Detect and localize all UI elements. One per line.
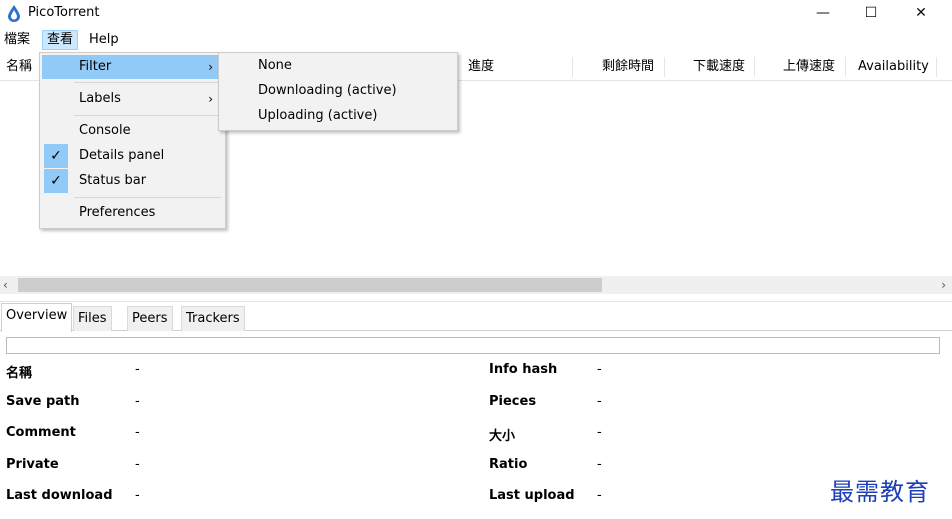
submenu-arrow-icon: › — [208, 92, 213, 106]
menu-item-label: Console — [79, 123, 131, 138]
prop-last-download-label: Last download — [6, 488, 113, 503]
prop-size-label: 大小 — [489, 429, 516, 444]
prop-save-path-label: Save path — [6, 394, 80, 409]
column-upload-speed[interactable]: 上傳速度 — [783, 53, 835, 81]
tab-peers[interactable]: Peers — [127, 306, 173, 331]
panel-splitter[interactable] — [0, 294, 952, 302]
prop-info-hash-label: Info hash — [489, 362, 558, 377]
tab-files[interactable]: Files — [73, 306, 112, 331]
view-menu-dropdown: Filter › Labels › Console ✓ Details pane… — [39, 52, 226, 229]
prop-last-upload-label: Last upload — [489, 488, 575, 503]
maximize-button[interactable]: ☐ — [848, 0, 894, 26]
menu-item-label: Details panel — [79, 148, 165, 163]
menu-item-details-panel[interactable]: ✓ Details panel — [42, 144, 223, 168]
column-divider[interactable] — [754, 57, 755, 77]
tab-trackers[interactable]: Trackers — [181, 306, 245, 331]
prop-pieces-value: - — [597, 394, 602, 409]
menu-help[interactable]: Help — [85, 30, 123, 50]
prop-name-label: 名稱 — [6, 366, 33, 381]
picotorrent-logo-icon — [8, 5, 20, 22]
column-divider[interactable] — [664, 57, 665, 77]
submenu-arrow-icon: › — [208, 60, 213, 74]
check-icon: ✓ — [44, 169, 68, 193]
filter-downloading-active[interactable]: Downloading (active) — [221, 79, 455, 103]
prop-private-label: Private — [6, 457, 59, 472]
menu-item-label: None — [258, 58, 292, 73]
column-divider[interactable] — [845, 57, 846, 77]
menu-item-console[interactable]: Console — [42, 119, 223, 143]
minimize-button[interactable]: — — [800, 0, 846, 26]
scroll-right-icon[interactable]: › — [941, 276, 946, 294]
menu-item-label: Uploading (active) — [258, 108, 378, 123]
prop-ratio-value: - — [597, 457, 602, 472]
scrollbar-thumb[interactable] — [18, 278, 602, 292]
menu-item-preferences[interactable]: Preferences — [42, 201, 223, 225]
column-eta[interactable]: 剩餘時間 — [602, 53, 654, 81]
check-icon: ✓ — [44, 144, 68, 168]
filter-uploading-active[interactable]: Uploading (active) — [221, 104, 455, 128]
prop-comment-label: Comment — [6, 425, 76, 440]
menu-separator — [74, 115, 221, 116]
prop-save-path-value: - — [135, 394, 140, 409]
prop-comment-value: - — [135, 425, 140, 440]
menu-separator — [74, 197, 221, 198]
horizontal-scrollbar[interactable]: ‹ › — [0, 276, 952, 294]
menu-item-label: Status bar — [79, 173, 147, 188]
column-name[interactable]: 名稱 — [6, 53, 32, 81]
menu-item-labels[interactable]: Labels › — [42, 87, 223, 111]
watermark-text: 最需教育 — [830, 478, 930, 506]
column-availability[interactable]: Availability — [858, 53, 929, 81]
prop-name-value: - — [135, 362, 140, 377]
column-divider[interactable] — [572, 57, 573, 77]
menu-item-label: Preferences — [79, 205, 156, 220]
menu-bar: 檔案 查看 Help — [0, 28, 952, 52]
column-progress[interactable]: 進度 — [468, 53, 494, 81]
menu-item-filter[interactable]: Filter › — [42, 55, 223, 79]
details-tabs: Overview Files Peers Trackers — [0, 303, 952, 332]
filter-submenu: None Downloading (active) Uploading (act… — [218, 52, 458, 131]
tab-overview[interactable]: Overview — [1, 303, 73, 332]
prop-pieces-label: Pieces — [489, 394, 537, 409]
menu-item-label: Labels — [79, 91, 121, 106]
overview-panel — [0, 330, 952, 519]
prop-last-download-value: - — [135, 488, 140, 503]
column-download-speed[interactable]: 下載速度 — [693, 53, 745, 81]
menu-item-label: Filter — [79, 59, 112, 74]
menu-separator — [74, 82, 221, 83]
menu-item-status-bar[interactable]: ✓ Status bar — [42, 169, 223, 193]
window-title: PicoTorrent — [28, 5, 100, 20]
column-divider[interactable] — [936, 57, 937, 77]
menu-file[interactable]: 檔案 — [0, 30, 34, 50]
prop-last-upload-value: - — [597, 488, 602, 503]
menu-item-label: Downloading (active) — [258, 83, 397, 98]
torrent-progress-bar — [6, 337, 940, 354]
scroll-left-icon[interactable]: ‹ — [3, 276, 8, 294]
prop-size-value: - — [597, 425, 602, 440]
filter-none[interactable]: None — [221, 54, 455, 78]
prop-info-hash-value: - — [597, 362, 602, 377]
menu-view[interactable]: 查看 — [42, 30, 79, 50]
prop-ratio-label: Ratio — [489, 457, 528, 472]
prop-private-value: - — [135, 457, 140, 472]
close-button[interactable]: ✕ — [898, 0, 944, 26]
title-bar: PicoTorrent — ☐ ✕ — [0, 0, 952, 28]
